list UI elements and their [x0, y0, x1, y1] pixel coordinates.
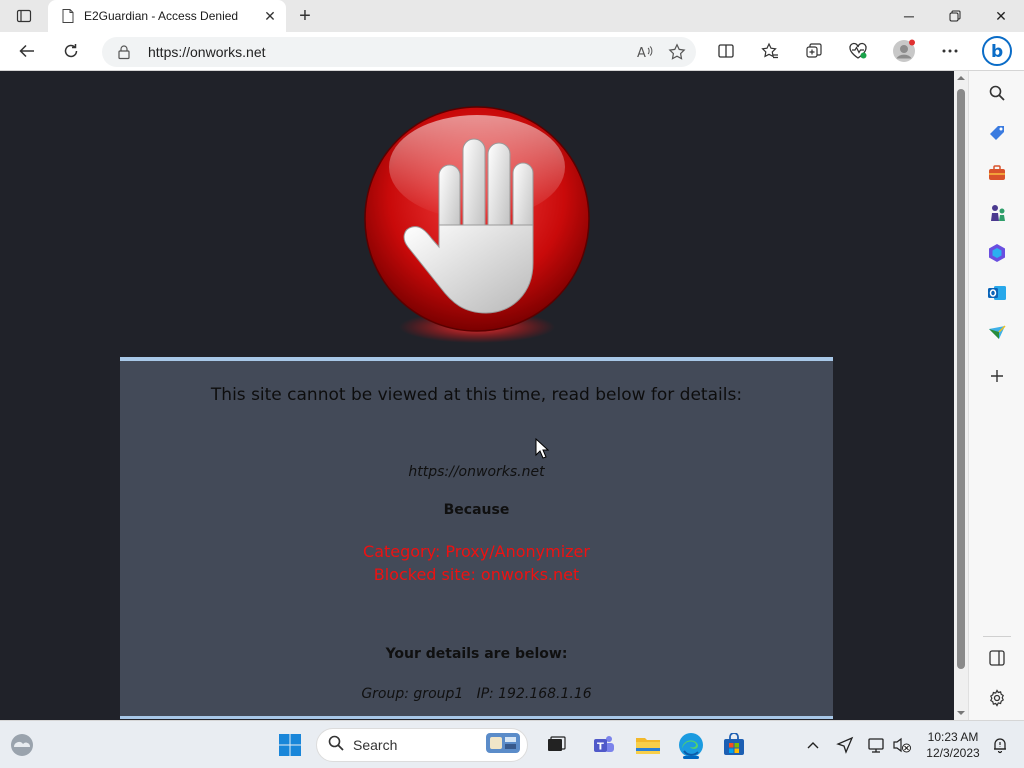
active-tab[interactable]: E2Guardian - Access Denied ✕ — [48, 0, 286, 32]
display-icon[interactable] — [865, 733, 889, 757]
sidebar-outlook-icon[interactable] — [985, 281, 1009, 305]
volume-muted-icon[interactable] — [890, 733, 914, 757]
scrollbar-thumb[interactable] — [957, 89, 965, 669]
taskbar-search-label: Search — [353, 737, 398, 753]
sidebar-shopping-icon[interactable] — [985, 121, 1009, 145]
sidebar-add-icon[interactable] — [985, 364, 1009, 388]
more-menu-icon[interactable] — [935, 36, 965, 66]
tab-actions-icon[interactable] — [8, 4, 40, 28]
taskbar: Search T 10:23 AM 12/3/2023 — [0, 720, 1024, 768]
favorites-icon[interactable] — [755, 36, 785, 66]
sidebar-divider — [983, 636, 1011, 637]
url-text[interactable]: https://onworks.net — [148, 44, 632, 60]
access-denied-panel: This site cannot be viewed at this time,… — [120, 357, 833, 719]
edge-sidebar — [968, 71, 1024, 720]
blocked-site-reason: Blocked site: onworks.net — [373, 565, 580, 584]
user-details: Group: group1 IP: 192.168.1.16 — [361, 686, 592, 702]
sidebar-layout-icon[interactable] — [985, 646, 1009, 670]
page-headline: This site cannot be viewed at this time,… — [210, 385, 743, 405]
favorite-star-icon[interactable] — [664, 39, 690, 65]
tab-title: E2Guardian - Access Denied — [84, 9, 239, 23]
system-clock[interactable]: 10:23 AM 12/3/2023 — [918, 729, 988, 761]
tray-chevron-icon[interactable] — [801, 733, 825, 757]
window-close-icon[interactable]: ✕ — [978, 0, 1024, 32]
refresh-icon[interactable] — [56, 36, 86, 66]
page-favicon — [60, 8, 76, 24]
profile-avatar-icon[interactable] — [889, 36, 919, 66]
sidebar-search-icon[interactable] — [985, 81, 1009, 105]
edge-icon[interactable] — [675, 729, 707, 761]
vertical-scrollbar[interactable] — [954, 71, 968, 720]
svg-text:T: T — [597, 742, 604, 753]
blocked-url: https://onworks.net — [408, 464, 545, 480]
category-reason: Category: Proxy/Anonymizer — [363, 542, 590, 561]
lock-icon[interactable] — [116, 44, 132, 60]
taskbar-search-box[interactable]: Search — [316, 728, 528, 762]
read-aloud-icon[interactable]: A — [632, 39, 658, 65]
stop-hand-icon — [364, 106, 590, 343]
copilot-icon[interactable]: b — [980, 34, 1014, 68]
clock-time: 10:23 AM — [927, 730, 979, 744]
sidebar-office-icon[interactable] — [985, 241, 1009, 265]
browser-essentials-icon[interactable] — [843, 36, 873, 66]
notification-icon[interactable] — [988, 733, 1012, 757]
svg-text:A: A — [637, 46, 646, 61]
active-app-indicator — [683, 756, 699, 759]
store-icon[interactable] — [718, 729, 750, 761]
mouse-cursor-icon — [535, 438, 549, 459]
restore-icon[interactable] — [932, 0, 978, 32]
scroll-up-icon[interactable] — [956, 73, 966, 83]
back-icon[interactable] — [12, 36, 42, 66]
page-content: This site cannot be viewed at this time,… — [0, 71, 954, 720]
teams-icon[interactable]: T — [588, 729, 620, 761]
collections-icon[interactable] — [799, 36, 829, 66]
new-tab-icon[interactable]: + — [292, 4, 318, 28]
sidebar-drop-icon[interactable] — [985, 321, 1009, 345]
address-bar[interactable]: https://onworks.net A — [102, 37, 696, 67]
weather-icon[interactable] — [6, 729, 38, 761]
sidebar-games-icon[interactable] — [985, 201, 1009, 225]
sidebar-settings-icon[interactable] — [985, 686, 1009, 710]
details-heading: Your details are below: — [385, 646, 568, 662]
svg-text:b: b — [991, 42, 1003, 62]
tab-bar: E2Guardian - Access Denied ✕ + ─ ✕ — [0, 0, 1024, 32]
sidebar-tools-icon[interactable] — [985, 161, 1009, 185]
file-explorer-icon[interactable] — [632, 729, 664, 761]
start-icon[interactable] — [274, 729, 306, 761]
clock-date: 12/3/2023 — [926, 746, 980, 760]
location-icon[interactable] — [833, 733, 857, 757]
because-label: Because — [443, 502, 510, 518]
tab-close-icon[interactable]: ✕ — [262, 8, 278, 24]
minimize-icon[interactable]: ─ — [886, 0, 932, 32]
task-view-icon[interactable] — [540, 729, 572, 761]
browser-window: E2Guardian - Access Denied ✕ + ─ ✕ https… — [0, 0, 1024, 720]
navigation-bar: https://onworks.net A b — [0, 32, 1024, 71]
split-screen-icon[interactable] — [711, 36, 741, 66]
scroll-down-icon[interactable] — [956, 708, 966, 718]
search-icon — [327, 734, 345, 757]
search-highlight-icon — [485, 732, 521, 759]
